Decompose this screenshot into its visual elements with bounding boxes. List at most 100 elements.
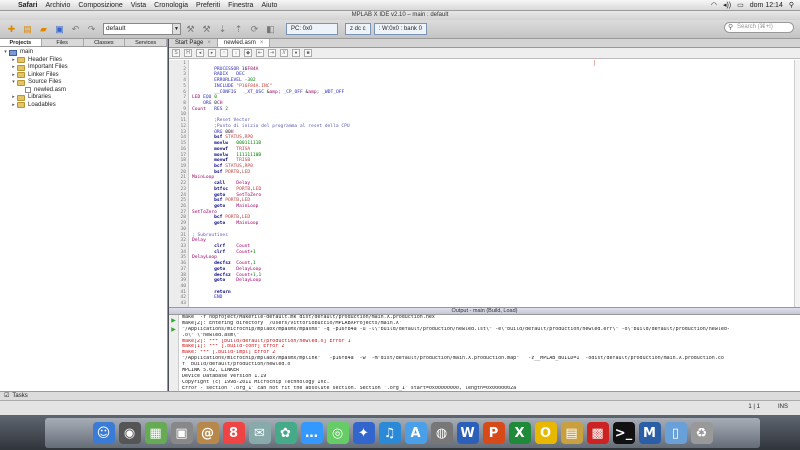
contacts-icon[interactable]: @ [196, 422, 219, 444]
editor-tab[interactable]: Start Page × [169, 39, 218, 47]
tree-item[interactable]: newled.asm [2, 87, 167, 95]
find-previous-icon[interactable]: ↑ [220, 49, 228, 57]
make-program-icon[interactable]: ⇣ [216, 23, 229, 36]
mail-icon[interactable]: ✉ [248, 422, 271, 444]
clock[interactable]: dom 12:14 [750, 2, 783, 9]
folder-icon [17, 72, 25, 79]
rerun-alt-icon[interactable]: ▶ [171, 326, 176, 333]
tree-item-label: Linker Files [28, 71, 59, 78]
tree-item[interactable]: ▸ Loadables [2, 102, 167, 110]
editor-scrollbar[interactable] [794, 60, 800, 307]
tab-projects[interactable]: Projects [0, 39, 42, 46]
comment-icon[interactable]: // [280, 49, 288, 57]
new-file-icon[interactable]: ▤ [21, 23, 34, 36]
open-project-icon[interactable]: ▰ [37, 23, 50, 36]
finder-icon[interactable]: ☺ [92, 422, 115, 444]
menu-composizione[interactable]: Composizione [74, 2, 126, 9]
network-icon[interactable]: ◍ [430, 422, 453, 444]
toggle-bookmark-icon[interactable]: ◆ [244, 49, 252, 57]
preview-icon[interactable]: ▣ [170, 422, 193, 444]
chevron-right-icon[interactable]: ▸ [10, 72, 17, 80]
tree-item[interactable]: ▸ Linker Files [2, 72, 167, 80]
redo-icon[interactable]: ↷ [85, 23, 98, 36]
status-bar: 1 | 1 INS [0, 400, 800, 415]
itunes-icon[interactable]: ♫ [378, 422, 401, 444]
wifi-icon[interactable]: ◠ [711, 1, 717, 9]
menu-cronologia[interactable]: Cronologia [150, 2, 192, 9]
clean-build-icon[interactable]: ⚒ [200, 23, 213, 36]
configuration-select[interactable]: default ▼ [103, 23, 181, 35]
tree-item[interactable]: ▸ Libraries [2, 94, 167, 102]
save-all-icon[interactable]: ▣ [53, 23, 66, 36]
shift-left-icon[interactable]: ⇤ [256, 49, 264, 57]
tasks-bar[interactable]: ☑ Tasks [0, 391, 800, 400]
menu-safari[interactable]: Safari [14, 2, 41, 9]
history-icon[interactable]: H [184, 49, 192, 57]
folder-icon[interactable]: ▯ [664, 422, 687, 444]
macro-record-icon[interactable]: ● [292, 49, 300, 57]
excel-icon[interactable]: X [508, 422, 531, 444]
menu-finestra[interactable]: Finestra [224, 2, 257, 9]
tab-services[interactable]: Services [125, 39, 167, 46]
forward-icon[interactable]: ▸ [208, 49, 216, 57]
tab-files[interactable]: Files [42, 39, 84, 46]
output-text[interactable]: make -f nbproject/Makefile-default.mk di… [179, 315, 800, 392]
read-device-icon[interactable]: ⇡ [232, 23, 245, 36]
trash-icon[interactable]: ♻ [690, 422, 713, 444]
battery-icon[interactable]: ▭ [737, 1, 744, 9]
menu-aiuto[interactable]: Aiuto [257, 2, 281, 9]
volume-icon[interactable]: ◂)) [723, 1, 731, 9]
tab-classes[interactable]: Classes [84, 39, 126, 46]
code-area[interactable]: 1 2 3 4 5 6 7 8 9 10 11 12 13 14 15 16 17 18 19 20 21 22 23 24 2… [169, 60, 800, 307]
chevron-down-icon[interactable]: ▾ [2, 49, 9, 57]
macro-stop-icon[interactable]: ■ [304, 49, 312, 57]
chess-icon[interactable]: ▩ [586, 422, 609, 444]
debug-icon[interactable]: ◧ [264, 23, 277, 36]
output-title: Output - main (Build, Load) [169, 308, 800, 315]
iphoto-icon[interactable]: ✿ [274, 422, 297, 444]
undo-icon[interactable]: ↶ [69, 23, 82, 36]
close-icon[interactable]: × [207, 39, 211, 47]
dashboard-icon[interactable]: ◉ [118, 422, 141, 444]
photo-icon[interactable]: ▦ [144, 422, 167, 444]
menu-vista[interactable]: Vista [127, 2, 150, 9]
mplab-icon[interactable]: M [638, 422, 661, 444]
editor-tab[interactable]: newled.asm × [217, 39, 271, 47]
new-project-icon[interactable]: ✚ [5, 23, 18, 36]
chevron-right-icon[interactable]: ▸ [10, 57, 17, 65]
wreg-display: : W:0x0 : bank 0 [373, 23, 427, 35]
rerun-icon[interactable]: ▶ [171, 317, 176, 324]
powerpoint-icon[interactable]: P [482, 422, 505, 444]
ruler-icon[interactable]: ▤ [560, 422, 583, 444]
menu-archivio[interactable]: Archivio [41, 2, 74, 9]
chevron-right-icon[interactable]: ▸ [10, 94, 17, 102]
facetime-icon[interactable]: ◎ [326, 422, 349, 444]
close-icon[interactable]: × [260, 39, 264, 47]
source-view-icon[interactable]: S [172, 49, 180, 57]
chevron-down-icon[interactable]: ▾ [10, 79, 17, 87]
shift-right-icon[interactable]: ⇥ [268, 49, 276, 57]
calendar-icon[interactable]: 8 [222, 422, 245, 444]
chevron-right-icon[interactable]: ▸ [10, 102, 17, 110]
tree-item[interactable]: ▾ main [2, 49, 167, 57]
back-icon[interactable]: ◂ [196, 49, 204, 57]
tree-item[interactable]: ▸ Important Files [2, 64, 167, 72]
tree-item[interactable]: ▸ Header Files [2, 57, 167, 65]
outlook-icon[interactable]: O [534, 422, 557, 444]
reset-icon[interactable]: ⟳ [248, 23, 261, 36]
tree-item-label: main [20, 49, 34, 55]
safari-icon[interactable]: ✦ [352, 422, 375, 444]
code-text[interactable]: PROCESSOR 16F84A RADIX DEC ERRORLEVEL -3… [189, 60, 800, 307]
spotlight-icon[interactable]: ⚲ [789, 1, 794, 9]
menu-preferiti[interactable]: Preferiti [192, 2, 224, 9]
build-icon[interactable]: ⚒ [184, 23, 197, 36]
tree-item[interactable]: ▾ Source Files [2, 79, 167, 87]
appstore-icon[interactable]: A [404, 422, 427, 444]
chat-icon[interactable]: … [300, 422, 323, 444]
chevron-right-icon[interactable]: ▸ [10, 64, 17, 72]
cursor-position: 1 | 1 [748, 404, 760, 410]
word-icon[interactable]: W [456, 422, 479, 444]
find-next-icon[interactable]: ↓ [232, 49, 240, 57]
terminal-icon[interactable]: >_ [612, 422, 635, 444]
search-input[interactable]: ⚲ Search (⌘+I) [724, 22, 794, 33]
